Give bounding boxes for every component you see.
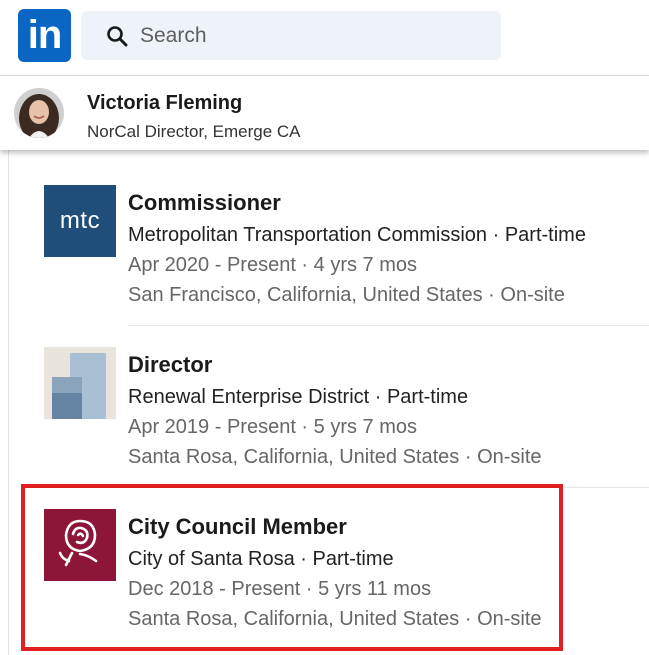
linkedin-logo[interactable]: in: [18, 9, 71, 62]
company-name: City of Santa Rosa · Part-time: [128, 548, 394, 570]
job-title: City Council Member: [128, 514, 347, 539]
sticky-profile-header: Victoria Fleming NorCal Director, Emerge…: [0, 75, 649, 150]
santa-rosa-rose-logo[interactable]: [44, 509, 116, 581]
mtc-logo[interactable]: mtc: [44, 185, 116, 257]
job-location: San Francisco, California, United States…: [128, 284, 565, 306]
job-location: Santa Rosa, California, United States · …: [128, 608, 542, 630]
job-dates: Apr 2020 - Present · 4 yrs 7 mos: [128, 254, 418, 276]
job-title: Director: [128, 352, 213, 377]
top-nav-bar: in: [0, 0, 649, 75]
profile-name[interactable]: Victoria Fleming: [87, 92, 242, 115]
search-input[interactable]: [140, 11, 480, 60]
avatar[interactable]: [14, 88, 64, 138]
experience-item: mtc Commissioner Metropolitan Transporta…: [44, 164, 649, 326]
red-logo[interactable]: [44, 347, 116, 419]
job-location: Santa Rosa, California, United States · …: [128, 446, 542, 468]
profile-headline: NorCal Director, Emerge CA: [87, 122, 301, 141]
job-dates: Dec 2018 - Present · 5 yrs 11 mos: [128, 578, 432, 600]
company-name: Renewal Enterprise District · Part-time: [128, 386, 469, 408]
search-bar[interactable]: [81, 11, 501, 60]
job-dates: Apr 2019 - Present · 5 yrs 7 mos: [128, 416, 418, 438]
experience-item: City Council Member City of Santa Rosa ·…: [44, 488, 649, 650]
job-title: Commissioner: [128, 190, 281, 215]
search-icon: [107, 26, 128, 47]
company-name: Metropolitan Transportation Commission ·…: [128, 224, 586, 246]
experience-item: Director Renewal Enterprise District · P…: [44, 326, 649, 488]
panel-border: [8, 150, 9, 655]
